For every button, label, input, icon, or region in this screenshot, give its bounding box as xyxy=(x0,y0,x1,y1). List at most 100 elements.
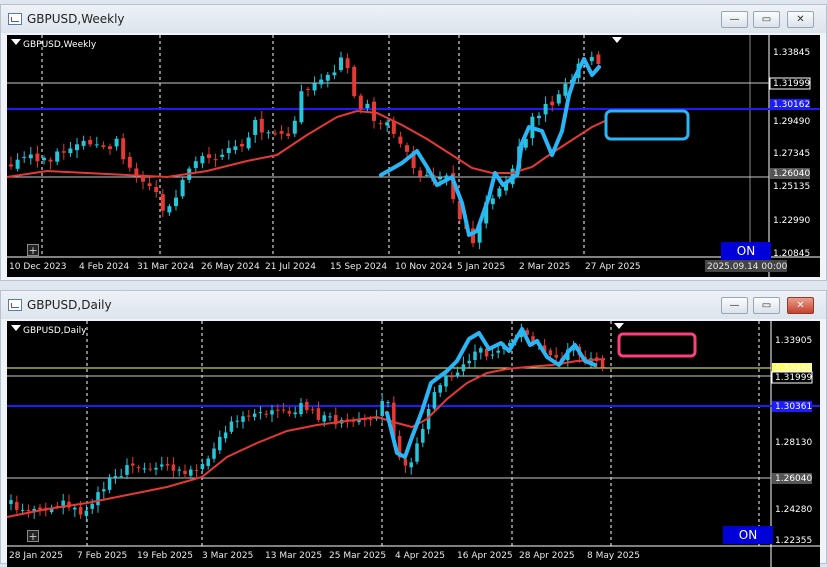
daily-candle-body xyxy=(415,443,419,462)
weekly-candle-body xyxy=(15,159,20,169)
time-axis-label: 5 Jan 2025 xyxy=(457,262,505,272)
weekly-candle-body xyxy=(207,154,211,158)
weekly-candle-body xyxy=(273,133,277,135)
time-axis-label: 15 Sep 2024 xyxy=(330,262,387,272)
daily-candle-body xyxy=(125,465,129,475)
price-axis-label: 1.33845 xyxy=(773,48,810,58)
crosshair-date-label: 2025.09.14 00:00 xyxy=(707,262,788,272)
time-axis-label: 28 Apr 2025 xyxy=(519,551,575,561)
zoom-plus-button[interactable]: + xyxy=(27,244,39,256)
daily-candle-body xyxy=(26,509,31,512)
maximize-button[interactable]: ▭ xyxy=(753,11,780,28)
time-axis-label: 4 Feb 2024 xyxy=(79,262,130,272)
price-axis-label: 1.31999 xyxy=(775,373,812,383)
daily-candle-body xyxy=(310,409,315,411)
daily-chart-window[interactable]: GBPUSD,Daily — ▭ ✕ 1.33905 1.32468 1.31999… xyxy=(0,290,827,567)
daily-candle-body xyxy=(438,385,442,393)
daily-candle-body xyxy=(119,476,123,478)
daily-candle-body xyxy=(264,413,268,415)
weekly-candle-body xyxy=(391,121,396,134)
weekly-candle-body xyxy=(114,138,119,147)
weekly-chart-window[interactable]: GBPUSD,Weekly — ▭ ✕ 1.33845 1.31999 1.3016… xyxy=(0,4,827,281)
zoom-plus-button[interactable]: + xyxy=(27,530,39,542)
daily-candle-body xyxy=(293,412,297,415)
weekly-candle-body xyxy=(319,79,324,85)
daily-candle-body xyxy=(177,469,181,471)
close-button[interactable]: ✕ xyxy=(787,297,814,314)
weekly-candle-body xyxy=(365,103,370,109)
daily-candle-body xyxy=(403,458,408,466)
weekly-candle-body xyxy=(160,194,165,211)
daily-candle-body xyxy=(450,376,454,378)
daily-candle-body xyxy=(473,351,477,360)
daily-candle-body xyxy=(305,401,309,411)
weekly-candle-body xyxy=(279,131,284,134)
chart-shift-triangle-icon[interactable] xyxy=(612,37,622,43)
weekly-candle-body xyxy=(121,138,126,160)
maximize-button[interactable]: ▭ xyxy=(753,297,780,314)
time-axis-label: 27 Apr 2025 xyxy=(585,262,641,272)
weekly-candle-body xyxy=(9,164,13,167)
weekly-candle-body xyxy=(75,144,79,151)
daily-candle-body xyxy=(78,507,83,515)
daily-candle-body xyxy=(270,410,274,415)
daily-candle-body xyxy=(316,408,321,420)
target-zone-box xyxy=(604,109,690,141)
weekly-candle-body xyxy=(543,103,548,115)
weekly-candle-body xyxy=(28,154,33,159)
daily-candle-body xyxy=(189,469,193,476)
drawn-pattern-line xyxy=(385,327,597,459)
daily-window-title: GBPUSD,Daily xyxy=(27,298,112,312)
weekly-candle-body xyxy=(81,141,86,146)
weekly-candle-body xyxy=(253,119,258,135)
weekly-window-title: GBPUSD,Weekly xyxy=(27,12,125,26)
weekly-candle-body xyxy=(596,54,601,65)
time-axis-label: 13 Mar 2025 xyxy=(265,551,322,561)
daily-candle-body xyxy=(299,403,303,415)
daily-candle-body xyxy=(73,507,77,510)
weekly-candle-body xyxy=(174,197,178,207)
daily-candle-body xyxy=(421,429,425,443)
weekly-candle-body xyxy=(438,177,442,180)
close-button[interactable]: ✕ xyxy=(787,11,814,28)
price-axis-label: 1.25135 xyxy=(773,182,810,192)
price-axis-label: 1.29490 xyxy=(773,117,810,127)
weekly-candle-body xyxy=(332,72,337,76)
weekly-candle-body xyxy=(556,94,561,104)
daily-chart-area[interactable]: 1.33905 1.32468 1.31999 1.30361 1.28130 1.260… xyxy=(7,321,820,567)
daily-titlebar[interactable]: GBPUSD,Daily — ▭ ✕ xyxy=(1,291,826,319)
weekly-candle-body xyxy=(101,145,106,147)
daily-on-button[interactable]: ON xyxy=(723,526,773,544)
weekly-candle-body xyxy=(563,83,568,96)
minimize-button[interactable]: — xyxy=(721,297,748,314)
price-axis-label: 1.30361 xyxy=(775,402,812,412)
weekly-candle-body xyxy=(220,154,225,157)
weekly-candle-body xyxy=(147,183,152,187)
daily-candle-body xyxy=(252,413,257,417)
daily-candle-body xyxy=(328,416,332,418)
time-axis-label: 26 May 2024 xyxy=(201,262,260,272)
daily-candle-body xyxy=(548,350,553,355)
daily-candle-body xyxy=(444,375,448,387)
daily-candle-body xyxy=(455,372,460,376)
price-axis-label: 1.24280 xyxy=(775,505,812,515)
weekly-titlebar[interactable]: GBPUSD,Weekly — ▭ ✕ xyxy=(1,5,826,33)
chart-symbol-label: GBPUSD,Daily xyxy=(23,326,87,336)
weekly-candle-body xyxy=(167,206,172,213)
daily-candle-body xyxy=(206,458,210,466)
time-axis-label: 25 Mar 2025 xyxy=(329,551,386,561)
daily-candle-body xyxy=(90,503,94,509)
time-axis-label: 10 Nov 2024 xyxy=(395,262,453,272)
daily-candle-body xyxy=(461,364,466,372)
minimize-button[interactable]: — xyxy=(721,11,748,28)
chart-menu-triangle-icon[interactable] xyxy=(11,325,21,331)
daily-candle-body xyxy=(20,509,25,511)
weekly-on-button[interactable]: ON xyxy=(721,242,771,260)
weekly-chart-area[interactable]: 1.33845 1.31999 1.30162 1.29490 1.27345 1.260… xyxy=(7,35,820,277)
price-axis-label: 1.22355 xyxy=(775,536,812,546)
daily-candle-body xyxy=(368,419,373,421)
chart-shift-triangle-icon[interactable] xyxy=(614,323,624,329)
daily-candle-body xyxy=(380,401,384,417)
chart-menu-triangle-icon[interactable] xyxy=(11,39,21,45)
time-axis-label: 21 Jul 2024 xyxy=(265,262,316,272)
